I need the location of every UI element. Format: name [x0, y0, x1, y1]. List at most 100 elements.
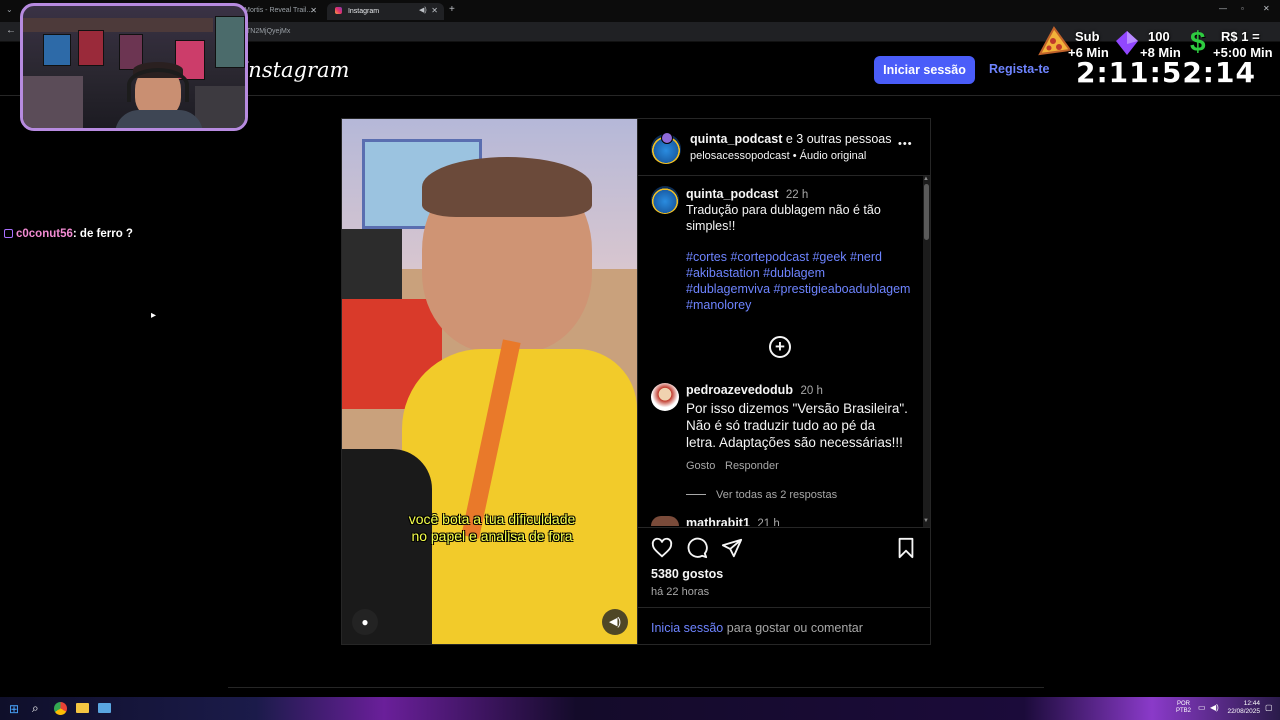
audio-attribution: pelosacessopodcast • Áudio original	[690, 150, 866, 162]
volume-icon[interactable]: ◀)	[1210, 703, 1219, 712]
app-icon[interactable]	[98, 703, 111, 713]
chat-badge-icon	[4, 229, 13, 238]
caption-username[interactable]: quinta_podcast	[686, 187, 778, 201]
poster	[43, 34, 71, 66]
tab-search-icon[interactable]: ⌄	[6, 5, 13, 14]
scroll-up-icon[interactable]: ▲	[923, 176, 929, 182]
coauthor-avatar[interactable]	[661, 132, 673, 144]
window-close-button[interactable]: ✕	[1263, 4, 1270, 13]
chat-username: c0conut56	[16, 228, 73, 240]
more-options-icon[interactable]: •••	[898, 138, 913, 150]
new-tab-button[interactable]: +	[449, 4, 455, 15]
comment-text: Por isso dizemos "Versão Brasileira".	[686, 401, 908, 416]
notification-icon[interactable]: ▢	[1265, 703, 1273, 712]
divider	[638, 175, 930, 176]
load-more-comments-icon[interactable]: +	[769, 336, 791, 358]
login-button[interactable]: Iniciar sessão	[874, 56, 975, 84]
comment-text: letra. Adaptações são necessárias!!!	[686, 435, 903, 450]
login-to-comment: Inicia sessão para gostar ou comentar	[651, 621, 863, 635]
tagged-user-icon[interactable]: ●	[352, 609, 378, 635]
headphones	[127, 68, 189, 102]
reel-video[interactable]: você bota a tua dificuldade no papel e a…	[342, 119, 637, 644]
chair	[23, 76, 83, 128]
caption-time[interactable]: 22 h	[786, 189, 808, 201]
view-replies-button[interactable]: Ver todas as 2 respostas	[716, 489, 837, 501]
lang-line: PTB2	[1176, 708, 1192, 714]
man-hair	[422, 157, 592, 217]
share-icon[interactable]	[721, 537, 743, 564]
post-authors: quinta_podcast e 3 outras pessoas	[690, 132, 891, 146]
audio-separator: •	[789, 150, 800, 162]
system-clock[interactable]: 12:44 22/08/2025	[1226, 700, 1260, 716]
comment-username[interactable]: pedroazevedodub	[686, 383, 793, 397]
instagram-logo[interactable]: Instagram	[240, 58, 349, 82]
comment-time[interactable]: 20 h	[800, 385, 822, 397]
commenter-avatar[interactable]	[651, 516, 679, 526]
back-icon[interactable]: ←	[6, 25, 16, 36]
commenter-avatar[interactable]	[651, 383, 679, 411]
subathon-timer: 2:11:52:14	[1076, 56, 1256, 89]
chat-text: : de ferro ?	[72, 228, 133, 240]
signup-link[interactable]: Regista-te	[989, 62, 1049, 76]
subtitle-line: você bota a tua dificuldade	[408, 511, 576, 527]
maximize-button[interactable]: ▫	[1241, 4, 1244, 13]
dollar-icon: $	[1190, 26, 1206, 57]
login-suffix: para gostar ou comentar	[723, 621, 863, 635]
address-bar[interactable]: TN2MjQyejMx	[236, 25, 1016, 39]
likes-count[interactable]: 5380 gostos	[651, 567, 723, 581]
caption-text: simples!!	[686, 219, 736, 233]
comment-icon[interactable]	[686, 537, 708, 564]
chat-message: c0conut56: de ferro ?	[4, 228, 133, 240]
minimize-button[interactable]: —	[1219, 4, 1227, 13]
url-text: TN2MjQyejMx	[246, 28, 291, 35]
co-authors[interactable]: e 3 outras pessoas	[782, 132, 892, 146]
like-heart-icon[interactable]	[651, 537, 673, 564]
comment-like-button[interactable]: Gosto	[686, 460, 715, 472]
bits-amount: 100	[1148, 29, 1170, 44]
caption-hashtags[interactable]: #dublagemviva #prestigieaboadublagem	[686, 281, 910, 297]
replies-divider	[686, 494, 706, 495]
caption-avatar[interactable]	[651, 186, 679, 214]
audio-label[interactable]: Áudio original	[800, 150, 867, 162]
file-explorer-icon[interactable]	[76, 703, 89, 713]
search-icon[interactable]: ⌕	[32, 701, 39, 716]
divider	[638, 527, 930, 528]
caption-header: quinta_podcast 22 h	[686, 186, 808, 203]
windows-start-icon[interactable]: ⊞	[9, 702, 19, 716]
scroll-down-icon[interactable]: ▼	[923, 518, 929, 524]
subtitle-line: no papel e analisa de fora	[411, 528, 573, 544]
audio-username[interactable]: pelosacessopodcast	[690, 150, 790, 162]
money-label: R$ 1 =	[1221, 29, 1260, 44]
caption-hashtags[interactable]: #manolorey	[686, 297, 751, 313]
save-bookmark-icon[interactable]	[895, 537, 917, 564]
comment-time[interactable]: 21 h	[757, 518, 779, 526]
clock-date: 22/08/2025	[1227, 708, 1260, 715]
comment-header: pedroazevedodub 20 h	[686, 382, 823, 399]
caption-hashtags[interactable]: #akibastation #dublagem	[686, 265, 825, 281]
instagram-favicon-icon	[335, 7, 342, 14]
page-footer-divider	[228, 687, 1044, 688]
network-icon[interactable]: ▭	[1198, 703, 1206, 712]
clock-time: 12:44	[1243, 700, 1260, 707]
post-timestamp[interactable]: há 22 horas	[651, 586, 709, 598]
audio-icon[interactable]: ◀)	[419, 6, 427, 14]
login-link[interactable]: Inicia sessão	[651, 621, 723, 635]
windows-taskbar	[0, 697, 1280, 720]
caption-hashtags[interactable]: #cortes #cortepodcast #geek #nerd	[686, 249, 882, 265]
shelf	[23, 18, 213, 32]
author-username[interactable]: quinta_podcast	[690, 132, 782, 146]
scrollbar-thumb[interactable]	[924, 184, 929, 240]
comment-username[interactable]: mathrabit1	[686, 516, 750, 526]
video-subtitle: você bota a tua dificuldade no papel e a…	[362, 511, 622, 545]
close-icon[interactable]: ✕	[310, 6, 317, 15]
streamer-webcam	[20, 3, 248, 131]
sub-label: Sub	[1075, 29, 1100, 44]
language-indicator[interactable]: POR PTB2	[1176, 701, 1191, 715]
mute-icon[interactable]: ◀)	[602, 609, 628, 635]
tab-instagram[interactable]: Instagram ◀) ✕	[327, 3, 444, 20]
close-icon[interactable]: ✕	[431, 6, 438, 15]
comment-reply-button[interactable]: Responder	[725, 460, 779, 472]
poster	[78, 30, 104, 66]
chrome-icon[interactable]	[54, 702, 67, 715]
next-comment-header: mathrabit1 21 h	[686, 516, 780, 526]
